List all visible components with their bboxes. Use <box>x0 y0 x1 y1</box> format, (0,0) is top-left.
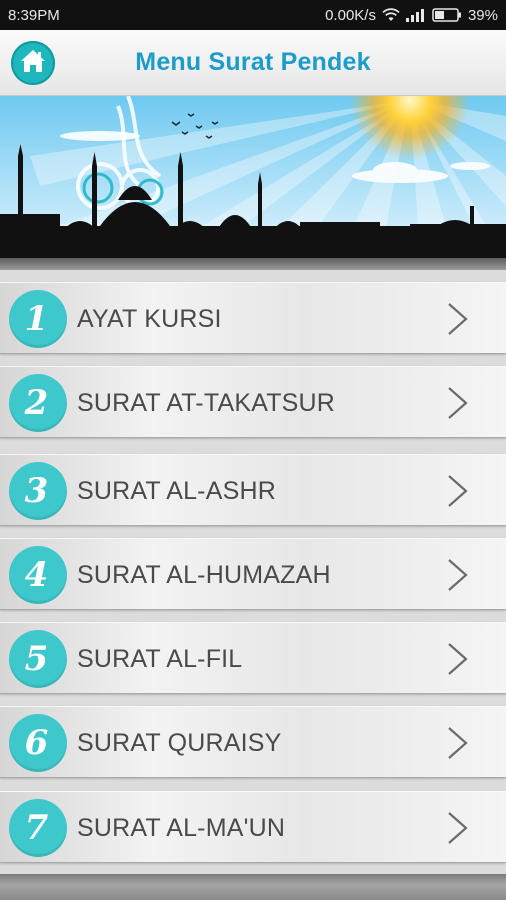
number-badge: 4 <box>9 546 67 604</box>
number-text: 4 <box>24 555 49 595</box>
banner-separator <box>0 258 506 270</box>
menu-item-label: SURAT QURAISY <box>77 728 282 757</box>
number-badge: 2 <box>9 374 67 432</box>
menu-item-surat-at-takatsur[interactable]: 2 SURAT AT-TAKATSUR <box>0 366 506 438</box>
menu-item-surat-al-humazah[interactable]: 4 SURAT AL-HUMAZAH <box>0 538 506 610</box>
menu-item-label: SURAT AL-FIL <box>77 644 243 673</box>
chevron-right-icon <box>448 812 468 844</box>
number-text: 2 <box>24 383 49 423</box>
network-speed: 0.00K/s <box>325 6 376 24</box>
battery-icon <box>432 8 462 22</box>
chevron-right-icon <box>448 643 468 675</box>
wifi-icon <box>382 8 400 22</box>
number-text: 6 <box>24 723 49 763</box>
menu-item-surat-al-ashr[interactable]: 3 SURAT AL-ASHR <box>0 454 506 526</box>
page-title: Menu Surat Pendek <box>135 48 371 76</box>
number-text: 3 <box>24 471 49 511</box>
chevron-right-icon <box>448 303 468 335</box>
chevron-right-icon <box>448 559 468 591</box>
menu-item-ayat-kursi[interactable]: 1 AYAT KURSI <box>0 282 506 354</box>
status-indicators: 0.00K/s 39% <box>325 7 498 24</box>
battery-percent: 39% <box>467 6 498 24</box>
number-badge: 3 <box>9 462 67 520</box>
number-text: 5 <box>24 639 49 679</box>
menu-list: 1 AYAT KURSI 2 SURAT AT-TAKATSUR 3 SURAT… <box>0 270 506 874</box>
number-badge: 1 <box>9 290 67 348</box>
menu-item-label: SURAT AL-MA'UN <box>77 813 286 842</box>
number-text: 1 <box>24 299 49 339</box>
number-text: 7 <box>24 808 49 848</box>
number-badge: 6 <box>9 714 67 772</box>
signal-icon <box>405 8 426 22</box>
chevron-right-icon <box>448 475 468 507</box>
menu-item-surat-quraisy[interactable]: 6 SURAT QURAISY <box>0 706 506 778</box>
chevron-right-icon <box>448 727 468 759</box>
menu-item-surat-al-maun[interactable]: 7 SURAT AL-MA'UN <box>0 791 506 863</box>
menu-item-surat-al-fil[interactable]: 5 SURAT AL-FIL <box>0 622 506 694</box>
number-badge: 5 <box>9 630 67 688</box>
status-time: 8:39PM <box>8 6 60 24</box>
bottom-bar <box>0 874 506 900</box>
menu-item-label: AYAT KURSI <box>77 304 222 333</box>
chevron-right-icon <box>448 387 468 419</box>
number-badge: 7 <box>9 799 67 857</box>
banner-image <box>0 96 506 258</box>
status-bar: 8:39PM 0.00K/s 39% <box>0 0 506 30</box>
app-header: Menu Surat Pendek <box>0 30 506 96</box>
menu-item-label: SURAT AL-ASHR <box>77 476 276 505</box>
menu-item-label: SURAT AT-TAKATSUR <box>77 388 336 417</box>
menu-item-label: SURAT AL-HUMAZAH <box>77 560 331 589</box>
